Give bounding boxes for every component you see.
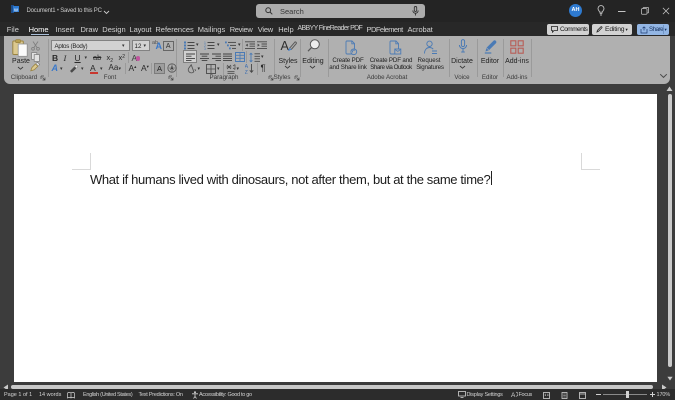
svg-text:w: w bbox=[13, 8, 18, 14]
svg-text:A: A bbox=[511, 392, 516, 398]
svg-text:A: A bbox=[170, 66, 174, 72]
svg-text:3: 3 bbox=[204, 47, 206, 50]
